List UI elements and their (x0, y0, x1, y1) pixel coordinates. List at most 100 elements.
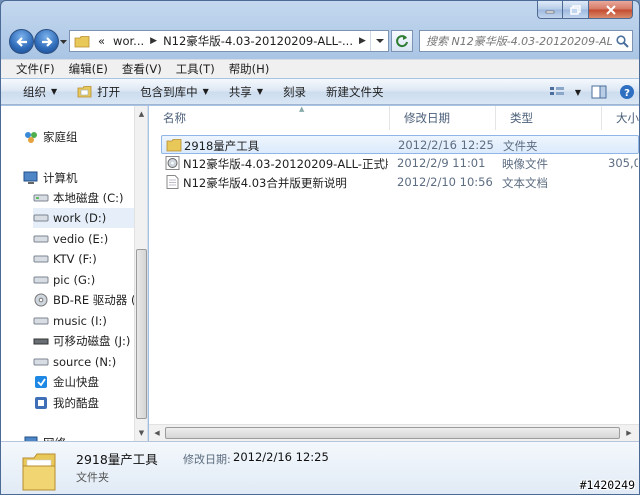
breadcrumb-separator-icon[interactable]: ▶ (148, 36, 159, 46)
svg-text:?: ? (624, 88, 630, 99)
homegroup-icon (23, 130, 39, 144)
nav-scroll-thumb[interactable] (136, 249, 147, 419)
arrow-right-icon (41, 36, 53, 47)
chevron-down-icon: ▼ (51, 87, 58, 96)
file-row[interactable]: N12豪华版4.03合并版更新说明 2012/2/10 10:56 文本文档 (161, 173, 639, 192)
scroll-left-icon[interactable]: ◀ (149, 425, 165, 441)
nav-drive-label: 本地磁盘 (C:) (53, 191, 124, 205)
forward-button[interactable] (34, 29, 59, 54)
recent-pages-chevron-icon[interactable] (60, 39, 67, 46)
column-header-date[interactable]: 修改日期 (390, 106, 496, 130)
organize-label: 组织 (23, 84, 46, 99)
horizontal-scroll-thumb[interactable] (165, 427, 620, 439)
arrow-left-icon (15, 36, 27, 47)
details-modified-value: 2012/2/16 12:25 (233, 450, 329, 464)
close-icon (605, 4, 616, 15)
breadcrumb-work[interactable]: wor... (109, 34, 148, 48)
details-pane: 2918量产工具 修改日期: 2012/2/16 12:25 文件夹 #1420… (1, 441, 639, 494)
share-button[interactable]: 共享 ▼ (219, 81, 273, 103)
nav-drive-label: 金山快盘 (53, 375, 99, 389)
nav-vertical-scrollbar[interactable]: ▲ ▼ (134, 106, 147, 441)
address-dropdown-button[interactable] (370, 31, 388, 51)
address-bar[interactable]: « wor... ▶ N12豪华版-4.03-20120209-ALL-... … (69, 30, 389, 52)
menu-view[interactable]: 查看(V) (115, 61, 169, 77)
preview-pane-button[interactable] (585, 81, 613, 103)
nav-drive-label: source (N:) (53, 355, 117, 369)
include-in-library-button[interactable]: 包含到库中 ▼ (130, 81, 219, 103)
nav-homegroup[interactable]: 家庭组 (23, 127, 147, 147)
nav-drive-g[interactable]: pic (G:) (33, 270, 147, 290)
nav-drive-i[interactable]: music (I:) (33, 311, 147, 331)
view-options-dropdown[interactable]: ▼ (571, 81, 585, 103)
column-header-name[interactable]: 名称 (149, 106, 390, 130)
new-folder-label: 新建文件夹 (325, 84, 384, 99)
share-label: 共享 (228, 84, 252, 99)
nav-drive-e[interactable]: vedio (E:) (33, 229, 147, 249)
hard-drive-icon (33, 314, 49, 328)
file-size: 305,0 (608, 156, 638, 170)
menu-help[interactable]: 帮助(H) (222, 61, 277, 77)
restore-icon (569, 4, 581, 15)
menu-tools[interactable]: 工具(T) (169, 61, 222, 77)
nav-computer[interactable]: 计算机 (23, 168, 147, 188)
close-button[interactable] (589, 1, 633, 19)
maximize-button[interactable] (563, 1, 589, 19)
menu-file[interactable]: 文件(F) (9, 61, 62, 77)
file-list-horizontal-scrollbar[interactable]: ◀ ▶ (149, 424, 639, 441)
kupan-icon (33, 396, 49, 410)
search-icon[interactable] (612, 31, 632, 51)
explorer-window: « wor... ▶ N12豪华版-4.03-20120209-ALL-... … (0, 0, 640, 495)
chevron-down-icon: ▼ (202, 87, 209, 96)
nav-computer-label: 计算机 (43, 171, 78, 185)
optical-drive-icon (33, 293, 49, 307)
file-row[interactable]: 2918量产工具 2012/2/16 12:25 文件夹 (161, 135, 639, 154)
refresh-icon (396, 35, 408, 48)
navigation-pane: 家庭组 计算机 本地磁盘 (C:) work (D:) vedio (E:) K… (1, 106, 148, 441)
hard-drive-icon (33, 252, 49, 266)
menu-bar: 文件(F) 编辑(E) 查看(V) 工具(T) 帮助(H) (1, 59, 639, 78)
burn-button[interactable]: 刻录 (273, 81, 316, 103)
burn-label: 刻录 (282, 84, 306, 99)
nav-drive-label: BD-RE 驱动器 (H (53, 293, 145, 307)
file-date: 2012/2/16 12:25 (398, 138, 494, 152)
hard-drive-icon (33, 191, 49, 205)
file-row[interactable]: N12豪华版-4.03-20120209-ALL-正式版... 2012/2/9… (161, 154, 639, 173)
nav-drive-j[interactable]: 可移动磁盘 (J:) (33, 331, 147, 351)
nav-drive-h[interactable]: BD-RE 驱动器 (H (33, 290, 147, 310)
nav-drive-c[interactable]: 本地磁盘 (C:) (33, 188, 147, 208)
back-button[interactable] (9, 29, 34, 54)
nav-drive-label: music (I:) (53, 314, 107, 328)
search-box[interactable] (419, 30, 633, 52)
organize-button[interactable]: 组织 ▼ (13, 81, 67, 103)
folder-icon (166, 139, 182, 152)
column-header-size[interactable]: 大小 (602, 106, 639, 130)
details-item-type: 文件夹 (76, 471, 109, 484)
nav-kuaipan[interactable]: 金山快盘 (33, 372, 147, 392)
scroll-down-icon[interactable]: ▼ (135, 425, 147, 441)
change-view-button[interactable] (543, 81, 571, 103)
removable-drive-icon (33, 334, 49, 348)
file-name: N12豪华版-4.03-20120209-ALL-正式版... (183, 157, 388, 171)
scroll-right-icon[interactable]: ▶ (621, 425, 637, 441)
scroll-up-icon[interactable]: ▲ (135, 106, 147, 122)
nav-drive-d[interactable]: work (D:) (33, 208, 134, 228)
nav-kupan[interactable]: 我的酷盘 (33, 393, 147, 413)
open-button[interactable]: 打开 (67, 81, 130, 103)
watermark: #1420249 (579, 478, 635, 492)
minimize-button[interactable] (537, 1, 563, 19)
nav-drive-f[interactable]: KTV (F:) (33, 249, 147, 269)
new-folder-button[interactable]: 新建文件夹 (316, 81, 394, 103)
breadcrumb-current-folder[interactable]: N12豪华版-4.03-20120209-ALL-... (159, 33, 357, 49)
menu-edit[interactable]: 编辑(E) (62, 61, 115, 77)
refresh-button[interactable] (391, 30, 413, 52)
search-input[interactable] (420, 34, 612, 48)
breadcrumb-separator-icon[interactable]: ▶ (357, 36, 368, 46)
nav-drive-n[interactable]: source (N:) (33, 352, 147, 372)
nav-drive-label: 可移动磁盘 (J:) (53, 334, 131, 348)
breadcrumb-overflow[interactable]: « (94, 34, 109, 48)
help-button[interactable]: ? (613, 81, 639, 103)
column-header-type[interactable]: 类型 (496, 106, 602, 130)
navigation-row: « wor... ▶ N12豪华版-4.03-20120209-ALL-... … (1, 27, 639, 57)
nav-network[interactable]: 网络 (23, 433, 147, 441)
chevron-down-icon: ▼ (256, 87, 263, 96)
